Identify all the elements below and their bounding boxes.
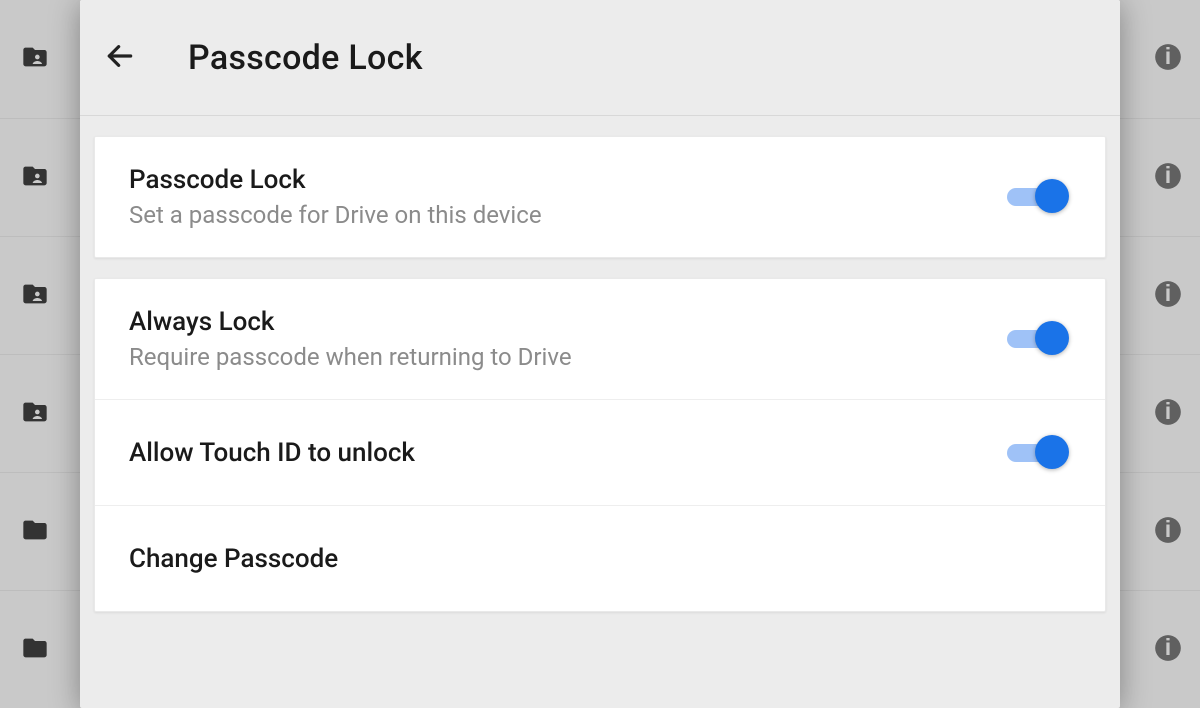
setting-row-change-passcode[interactable]: Change Passcode (95, 505, 1105, 611)
folder-shared-icon (18, 398, 52, 430)
info-icon: i (1154, 43, 1182, 75)
svg-text:i: i (1165, 162, 1171, 188)
setting-text: Passcode Lock Set a passcode for Drive o… (129, 165, 542, 229)
setting-text: Allow Touch ID to unlock (129, 438, 415, 468)
setting-title: Change Passcode (129, 544, 338, 574)
panel-body: Passcode Lock Set a passcode for Drive o… (80, 116, 1120, 612)
panel-header: Passcode Lock (80, 0, 1120, 116)
setting-title: Passcode Lock (129, 165, 542, 195)
folder-shared-icon (18, 280, 52, 312)
svg-text:i: i (1165, 398, 1171, 424)
settings-card: Passcode Lock Set a passcode for Drive o… (94, 136, 1106, 258)
info-icon: i (1154, 280, 1182, 312)
svg-text:i: i (1165, 280, 1171, 306)
always-lock-toggle[interactable] (1007, 321, 1071, 357)
info-icon: i (1154, 398, 1182, 430)
setting-subtitle: Require passcode when returning to Drive (129, 343, 572, 371)
svg-text:i: i (1165, 516, 1171, 542)
setting-row-passcode-lock[interactable]: Passcode Lock Set a passcode for Drive o… (95, 137, 1105, 257)
touch-id-toggle[interactable] (1007, 435, 1071, 471)
setting-row-touch-id[interactable]: Allow Touch ID to unlock (95, 399, 1105, 505)
setting-row-always-lock[interactable]: Always Lock Require passcode when return… (95, 279, 1105, 399)
toggle-thumb (1035, 435, 1069, 469)
toggle-thumb (1035, 179, 1069, 213)
passcode-settings-panel: Passcode Lock Passcode Lock Set a passco… (80, 0, 1120, 708)
page-title: Passcode Lock (188, 38, 423, 78)
folder-icon (18, 634, 52, 666)
folder-shared-icon (18, 162, 52, 194)
folder-shared-icon (18, 43, 52, 75)
folder-icon (18, 516, 52, 548)
arrow-left-icon (104, 40, 136, 76)
toggle-thumb (1035, 321, 1069, 355)
passcode-lock-toggle[interactable] (1007, 179, 1071, 215)
setting-text: Change Passcode (129, 544, 338, 574)
info-icon: i (1154, 162, 1182, 194)
settings-card: Always Lock Require passcode when return… (94, 278, 1106, 612)
back-button[interactable] (100, 38, 140, 78)
setting-title: Allow Touch ID to unlock (129, 438, 415, 468)
info-icon: i (1154, 516, 1182, 548)
setting-subtitle: Set a passcode for Drive on this device (129, 201, 542, 229)
setting-title: Always Lock (129, 307, 572, 337)
svg-text:i: i (1165, 43, 1171, 69)
svg-text:i: i (1165, 634, 1171, 660)
info-icon: i (1154, 634, 1182, 666)
setting-text: Always Lock Require passcode when return… (129, 307, 572, 371)
